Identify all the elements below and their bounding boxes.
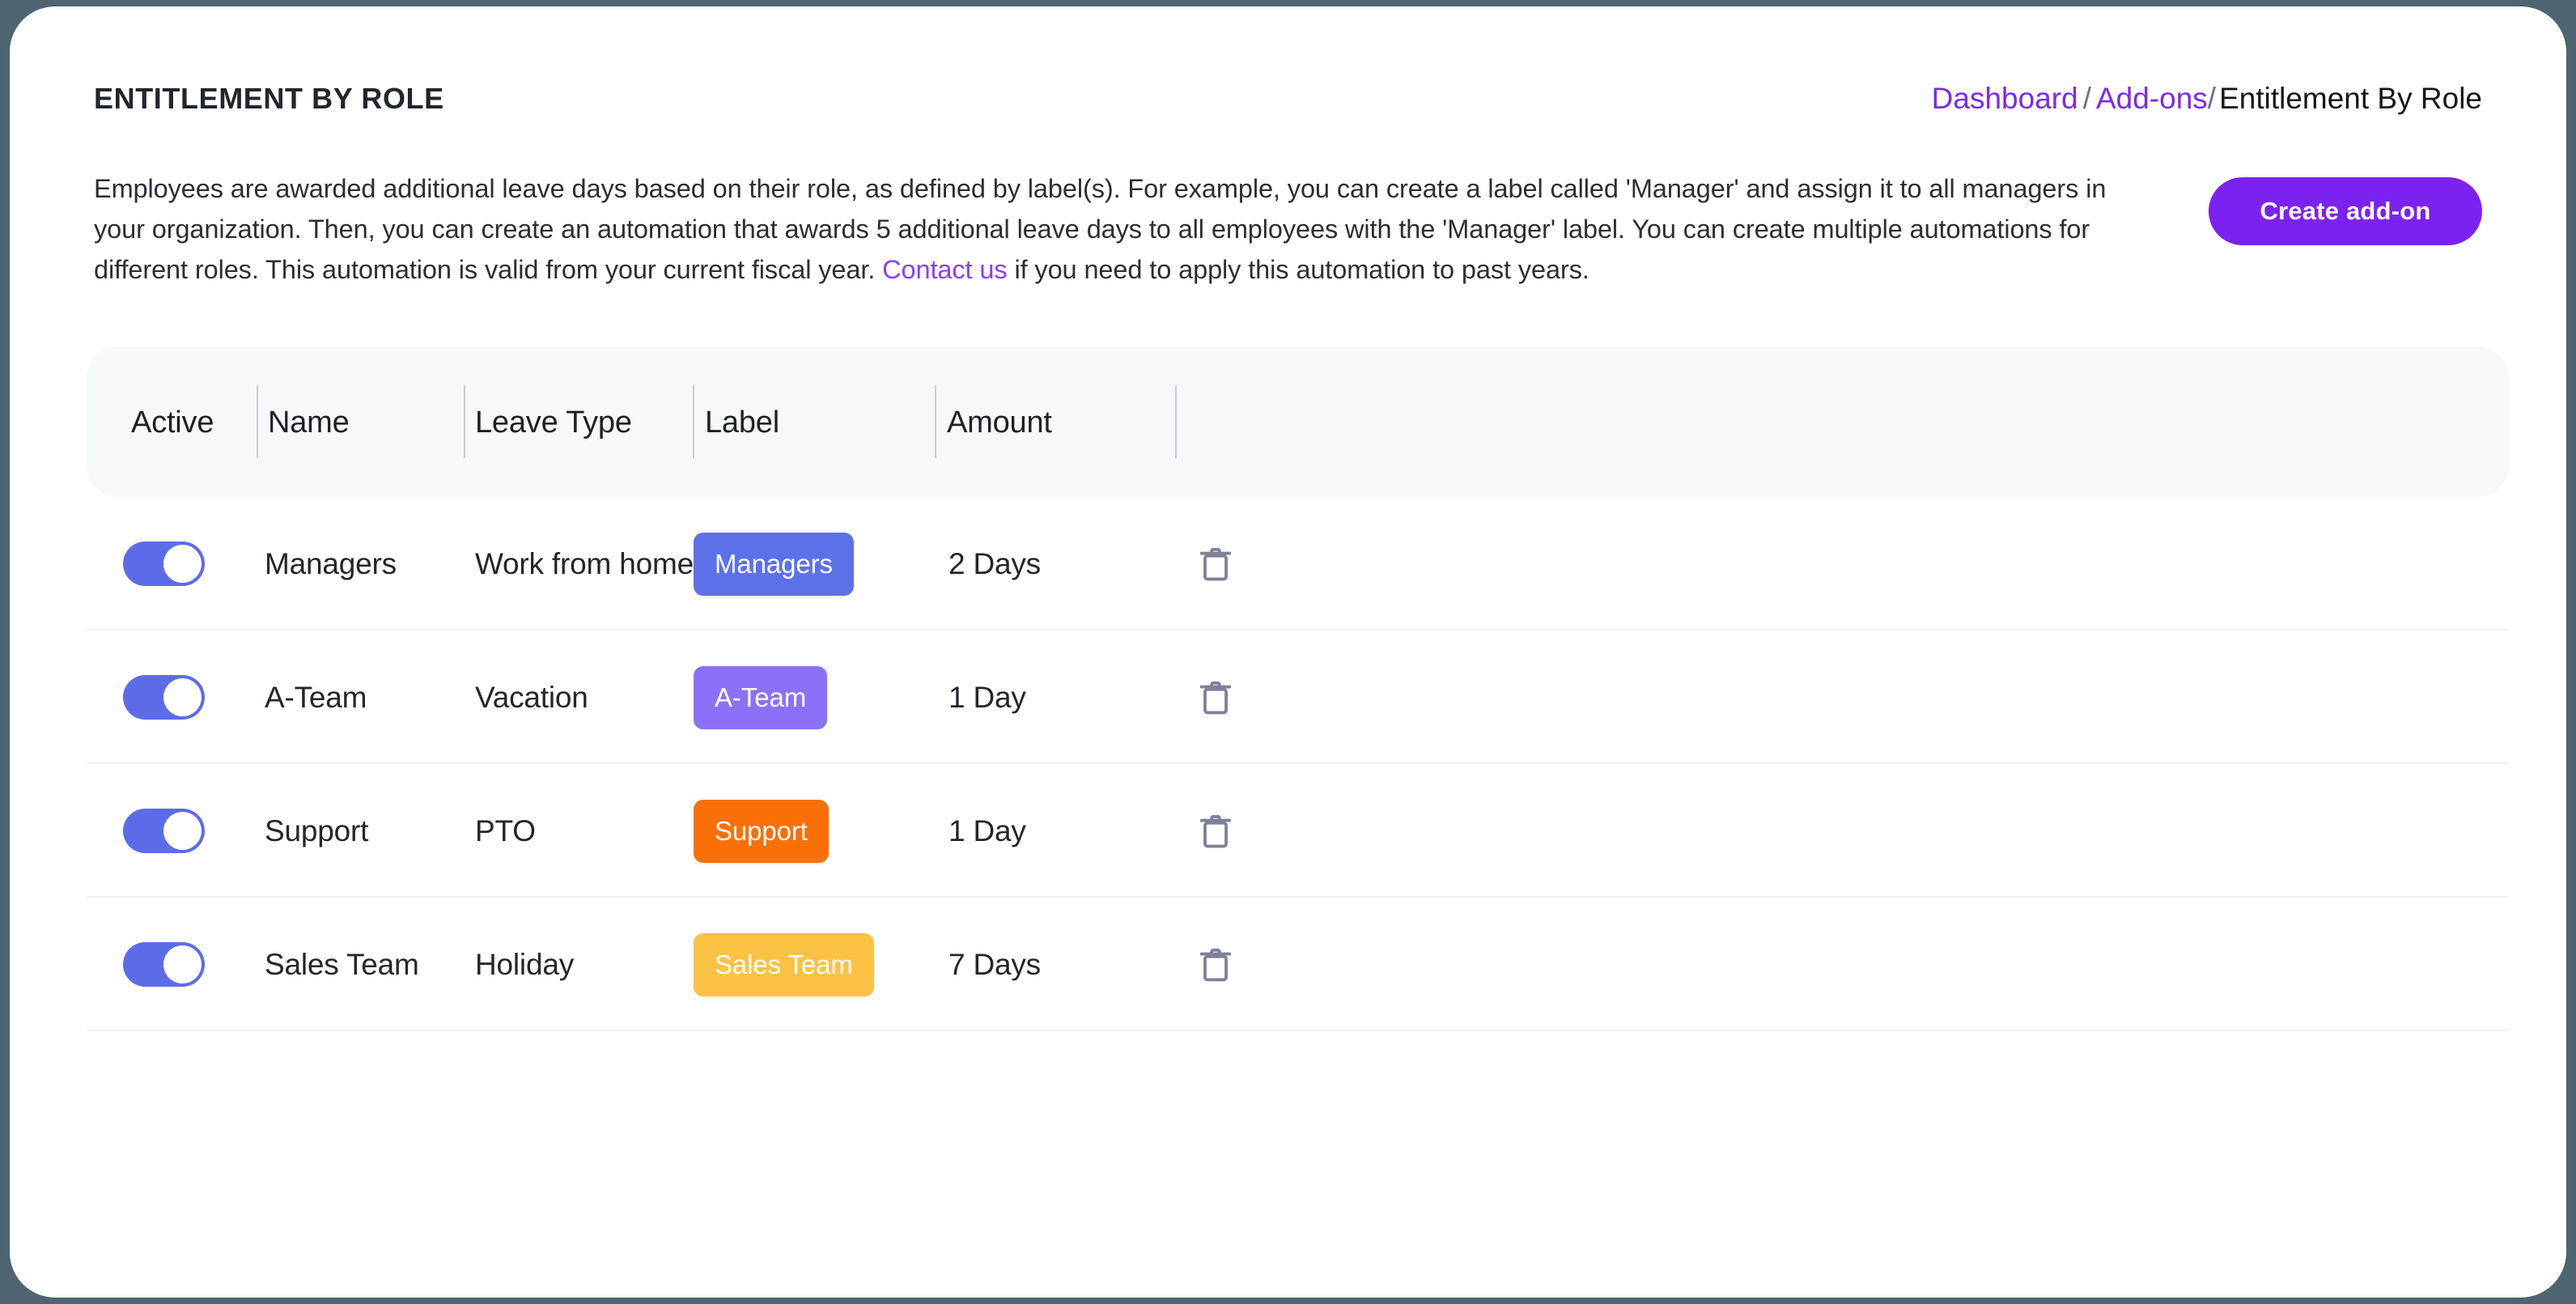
breadcrumb: Dashboard / Add-ons/Entitlement By Role (1932, 78, 2482, 120)
row-leave-type-text: Vacation (475, 680, 588, 714)
row-amount-text: 2 Days (948, 546, 1041, 580)
label-chip[interactable]: A-Team (694, 665, 828, 729)
app-card: ENTITLEMENT BY ROLE Dashboard / Add-ons/En… (10, 6, 2566, 1298)
row-leave-type-cell: PTO (475, 764, 536, 898)
row-name-text: A-Team (265, 680, 367, 714)
toggle-knob (163, 945, 202, 983)
row-name-text: Sales Team (265, 947, 419, 981)
row-leave-type-cell: Work from home (475, 497, 694, 631)
description-part-2: if you need to apply this automation to … (1007, 255, 1589, 284)
delete-row-button[interactable] (1197, 677, 1234, 719)
active-toggle[interactable] (123, 942, 205, 987)
breadcrumb-separator-2: / (2207, 82, 2217, 115)
column-header-amount[interactable]: Amount (947, 346, 1052, 497)
row-name-cell: Sales Team (265, 898, 419, 1031)
page-title: ENTITLEMENT BY ROLE (94, 82, 444, 115)
trash-icon (1197, 814, 1234, 855)
entitlement-table: Active Name Leave Type Label Amount Mana… (87, 346, 2509, 1031)
toggle-knob (163, 678, 202, 716)
table-row: Sales Team Holiday Sales Team 7 Days (87, 898, 2509, 1031)
toggle-knob (163, 812, 202, 850)
column-divider-3 (693, 385, 694, 458)
row-amount-cell: 1 Day (948, 764, 1026, 898)
row-label-cell: Support (694, 764, 829, 898)
row-amount-cell: 7 Days (948, 898, 1041, 1031)
description-text: Employees are awarded additional leave d… (94, 168, 2162, 290)
label-chip[interactable]: Managers (694, 532, 854, 596)
row-label-cell: Managers (694, 497, 854, 631)
row-leave-type-cell: Holiday (475, 898, 574, 1031)
breadcrumb-current: Entitlement By Role (2219, 82, 2482, 115)
row-leave-type-text: Holiday (475, 947, 574, 981)
trash-icon (1197, 681, 1234, 721)
column-header-active[interactable]: Active (131, 346, 214, 497)
delete-row-button[interactable] (1197, 543, 1234, 585)
column-header-label[interactable]: Label (705, 346, 779, 497)
row-actions-cell (1167, 764, 1264, 898)
active-toggle[interactable] (123, 542, 205, 586)
column-header-name[interactable]: Name (268, 346, 350, 497)
column-divider-1 (257, 385, 258, 458)
column-divider-2 (464, 385, 465, 458)
row-active-cell (123, 631, 205, 764)
row-active-cell (123, 764, 205, 898)
create-add-on-button[interactable]: Create add-on (2209, 177, 2482, 245)
breadcrumb-link-dashboard[interactable]: Dashboard (1932, 82, 2078, 115)
row-actions-cell (1167, 497, 1264, 631)
table-row: Support PTO Support 1 Day (87, 764, 2509, 898)
trash-icon (1197, 547, 1234, 588)
table-row: Managers Work from home Managers 2 Days (87, 497, 2509, 631)
breadcrumb-separator-1: / (2082, 82, 2091, 115)
row-name-text: Support (265, 813, 369, 847)
toggle-knob (163, 545, 202, 583)
table-body: Managers Work from home Managers 2 Days A-Te… (87, 497, 2509, 1031)
row-name-text: Managers (265, 546, 397, 580)
column-divider-4 (935, 385, 936, 458)
row-amount-text: 1 Day (948, 813, 1026, 847)
label-chip[interactable]: Support (694, 799, 829, 863)
trash-icon (1197, 948, 1234, 988)
row-amount-text: 7 Days (948, 947, 1041, 981)
active-toggle[interactable] (123, 675, 205, 720)
delete-row-button[interactable] (1197, 810, 1234, 852)
row-amount-cell: 2 Days (948, 497, 1041, 631)
table-row: A-Team Vacation A-Team 1 Day (87, 631, 2509, 764)
row-name-cell: Support (265, 764, 368, 898)
page-header: ENTITLEMENT BY ROLE Dashboard / Add-ons/En… (94, 81, 2482, 130)
active-toggle[interactable] (123, 809, 205, 853)
row-actions-cell (1167, 631, 1264, 764)
row-label-cell: Sales Team (694, 898, 874, 1031)
row-active-cell (123, 497, 205, 631)
row-name-cell: Managers (265, 497, 397, 631)
delete-row-button[interactable] (1197, 944, 1234, 986)
row-amount-text: 1 Day (948, 680, 1026, 714)
row-leave-type-cell: Vacation (475, 631, 588, 764)
row-leave-type-text: PTO (475, 813, 536, 847)
label-chip[interactable]: Sales Team (694, 932, 874, 996)
row-active-cell (123, 898, 205, 1031)
description-row: Employees are awarded additional leave d… (94, 168, 2482, 284)
row-name-cell: A-Team (265, 631, 367, 764)
row-label-cell: A-Team (694, 631, 828, 764)
row-leave-type-text: Work from home (475, 546, 694, 580)
column-header-leave-type[interactable]: Leave Type (475, 346, 632, 497)
contact-us-link[interactable]: Contact us (882, 255, 1007, 284)
column-divider-5 (1175, 385, 1177, 458)
row-actions-cell (1167, 898, 1264, 1031)
row-amount-cell: 1 Day (948, 631, 1026, 764)
table-header-row: Active Name Leave Type Label Amount (87, 346, 2509, 497)
breadcrumb-link-addons[interactable]: Add-ons (2096, 82, 2208, 115)
